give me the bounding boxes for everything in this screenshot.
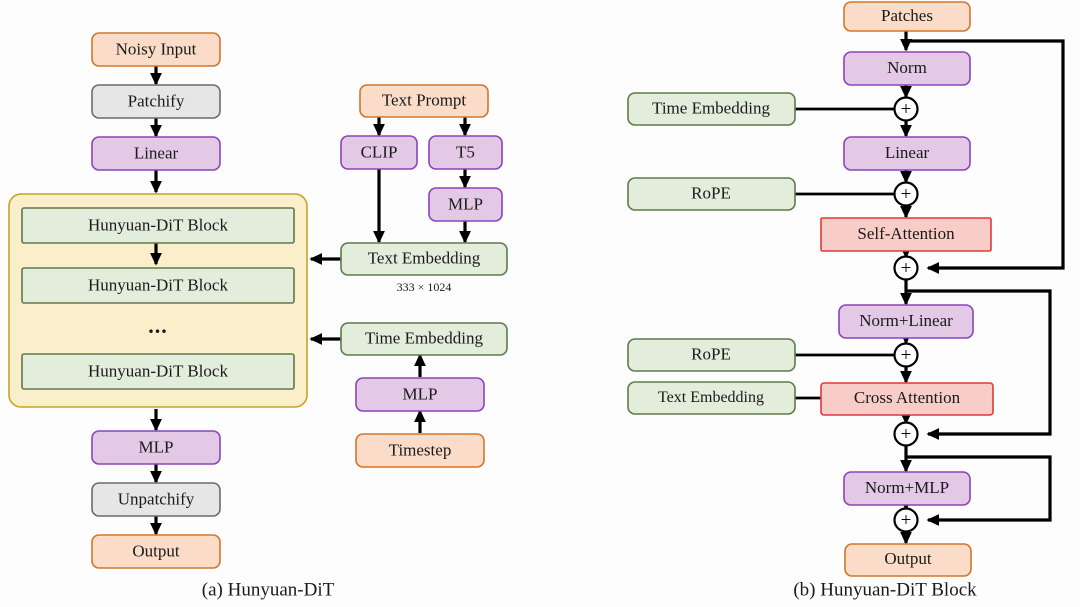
text-embedding-shape-label: 333 × 1024 <box>397 280 452 294</box>
text-embedding-b-box[interactable] <box>627 381 796 415</box>
node-text-embedding[interactable]: Text Embedding <box>340 242 508 276</box>
add-residual-3-circle <box>893 507 919 533</box>
node-linear[interactable]: Linear <box>91 136 221 171</box>
node-rope-1[interactable]: RoPE <box>627 177 796 211</box>
node-output[interactable]: Output <box>91 534 221 569</box>
patchify-box[interactable] <box>91 84 221 119</box>
hunyuan-dit-block-2-box[interactable] <box>21 267 295 304</box>
mlp-time-box[interactable] <box>355 377 485 412</box>
t5-box[interactable] <box>428 135 503 170</box>
op-add-residual-1: + <box>893 255 919 281</box>
node-text-embedding-b[interactable]: Text Embedding <box>627 381 796 415</box>
op-add-rope-1: + <box>893 181 919 207</box>
norm-mlp-box[interactable] <box>843 471 971 506</box>
node-time-embedding[interactable]: Time Embedding <box>340 322 508 356</box>
node-hunyuan-dit-block-1[interactable]: Hunyuan-DiT Block <box>21 207 295 244</box>
mlp-text-box[interactable] <box>428 187 503 222</box>
cross-attention-box[interactable] <box>820 382 994 416</box>
mlp-out-box[interactable] <box>91 430 221 465</box>
output-b-box[interactable] <box>844 543 972 577</box>
unpatchify-box[interactable] <box>91 482 221 517</box>
caption-panel-b: (b) Hunyuan-DiT Block <box>793 579 977 600</box>
node-cross-attention[interactable]: Cross Attention <box>820 382 994 416</box>
node-patchify[interactable]: Patchify <box>91 84 221 119</box>
output-box[interactable] <box>91 534 221 569</box>
node-t5[interactable]: T5 <box>428 135 503 170</box>
caption-panel-a: (a) Hunyuan-DiT <box>202 579 335 600</box>
block-stack-ellipsis: ... <box>148 313 168 338</box>
text-prompt-box[interactable] <box>359 84 489 118</box>
timestep-box[interactable] <box>355 433 485 468</box>
text-embedding-box[interactable] <box>340 242 508 276</box>
node-timestep[interactable]: Timestep <box>355 433 485 468</box>
op-add-rope-2: + <box>893 342 919 368</box>
architecture-diagram: Noisy Input Patchify Linear Hunyuan-DiT … <box>0 0 1080 607</box>
clip-box[interactable] <box>340 135 418 170</box>
node-self-attention[interactable]: Self-Attention <box>820 217 992 252</box>
node-clip[interactable]: CLIP <box>340 135 418 170</box>
node-mlp-out[interactable]: MLP <box>91 430 221 465</box>
node-rope-2[interactable]: RoPE <box>627 338 796 372</box>
add-residual-1-circle <box>893 255 919 281</box>
hunyuan-dit-block-n-box[interactable] <box>21 353 295 390</box>
time-embedding-b-box[interactable] <box>627 92 796 126</box>
figure-root: Noisy Input Patchify Linear Hunyuan-DiT … <box>0 0 1080 607</box>
node-mlp-text[interactable]: MLP <box>428 187 503 222</box>
add-time-circle <box>893 96 919 122</box>
node-norm-mlp[interactable]: Norm+MLP <box>843 471 971 506</box>
op-add-residual-2: + <box>893 421 919 447</box>
norm-linear-box[interactable] <box>838 304 974 339</box>
time-embedding-box[interactable] <box>340 322 508 356</box>
patches-box[interactable] <box>843 1 971 32</box>
linear-box[interactable] <box>91 136 221 171</box>
op-add-time: + <box>893 96 919 122</box>
noisy-input-box[interactable] <box>91 32 221 67</box>
norm-box[interactable] <box>843 51 971 86</box>
add-rope-1-circle <box>893 181 919 207</box>
node-norm[interactable]: Norm <box>843 51 971 86</box>
add-residual-2-circle <box>893 421 919 447</box>
node-patches[interactable]: Patches <box>843 1 971 32</box>
self-attention-box[interactable] <box>820 217 992 252</box>
node-text-prompt[interactable]: Text Prompt <box>359 84 489 118</box>
node-mlp-time[interactable]: MLP <box>355 377 485 412</box>
node-time-embedding-b[interactable]: Time Embedding <box>627 92 796 126</box>
rope-2-box[interactable] <box>627 338 796 372</box>
node-unpatchify[interactable]: Unpatchify <box>91 482 221 517</box>
node-linear-b[interactable]: Linear <box>843 136 971 171</box>
rope-1-box[interactable] <box>627 177 796 211</box>
node-output-b[interactable]: Output <box>844 543 972 577</box>
node-hunyuan-dit-block-2[interactable]: Hunyuan-DiT Block <box>21 267 295 304</box>
node-hunyuan-dit-block-n[interactable]: Hunyuan-DiT Block <box>21 353 295 390</box>
hunyuan-dit-block-1-box[interactable] <box>21 207 295 244</box>
op-add-residual-3: + <box>893 507 919 533</box>
add-rope-2-circle <box>893 342 919 368</box>
linear-b-box[interactable] <box>843 136 971 171</box>
node-norm-linear[interactable]: Norm+Linear <box>838 304 974 339</box>
node-noisy-input[interactable]: Noisy Input <box>91 32 221 67</box>
